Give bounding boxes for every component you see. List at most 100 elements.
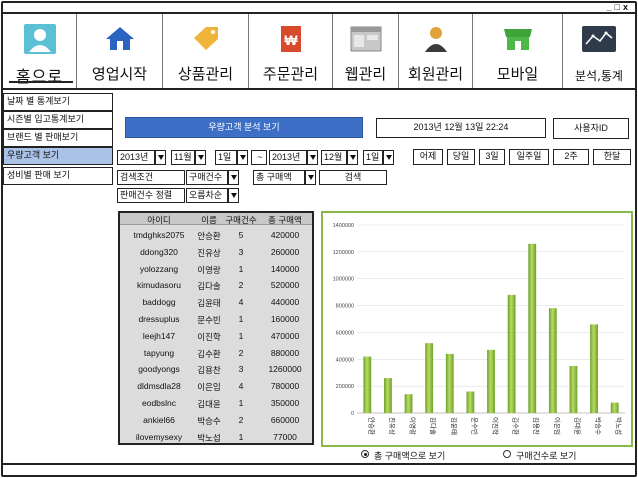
- chart-bar[interactable]: [445, 353, 454, 413]
- sidebar-item-vip-customers[interactable]: 우량고객 보기: [3, 147, 113, 165]
- chart-bar[interactable]: [487, 349, 495, 413]
- nav-sales[interactable]: 영업시작: [77, 14, 163, 88]
- sidebar-item-label: 성비별 판매 보기: [7, 170, 70, 180]
- nav-web[interactable]: 웹관리: [333, 14, 399, 88]
- to-month-select[interactable]: 12월: [321, 150, 347, 165]
- sidebar-item-gender-sales[interactable]: 성비별 판매 보기: [3, 167, 113, 185]
- table-row[interactable]: tapyung 김수환 2 880000: [120, 346, 312, 362]
- vip-analysis-button[interactable]: 우량고객 분석 보기: [125, 117, 363, 138]
- table-cell: leejh147: [142, 330, 176, 341]
- chevron-down-icon[interactable]: [228, 188, 239, 203]
- chevron-down-icon[interactable]: [195, 150, 206, 165]
- sidebar-item-label: 브랜드 별 판매보기: [7, 132, 79, 142]
- range-yesterday-button[interactable]: 어제: [413, 149, 443, 165]
- table-cell: dldmsdla28: [137, 381, 181, 392]
- chart-bar[interactable]: [363, 356, 372, 413]
- table-cell: 김다솔: [197, 281, 221, 292]
- x-tick-label: 김대윤: [573, 417, 581, 435]
- table-row[interactable]: kimudasoru 김다솔 2 520000: [120, 278, 312, 294]
- chevron-down-icon[interactable]: [307, 150, 318, 165]
- range-month-button[interactable]: 한달: [593, 149, 631, 165]
- sidebar-item-date-stats[interactable]: 날짜 별 통계보기: [3, 93, 113, 111]
- x-tick-label: 이진학: [491, 417, 500, 435]
- nav-members[interactable]: 회원관리: [399, 14, 473, 88]
- table-cell: 420000: [270, 230, 300, 240]
- table-cell: 660000: [270, 414, 300, 425]
- top-nav: 홈으로 영업시작 상품관리 ₩ 주문관리 웹관리 회원관리 모바일 분석,통계: [3, 14, 635, 90]
- table-cell: 1260000: [268, 364, 302, 375]
- window-controls[interactable]: _□x: [607, 2, 631, 12]
- from-day-select[interactable]: 1일: [215, 150, 237, 165]
- table-cell: ankiel66: [143, 414, 175, 425]
- house-icon: [105, 27, 134, 50]
- chart-bar[interactable]: [528, 243, 537, 413]
- table-row[interactable]: baddogg 김윤태 4 440000: [120, 295, 312, 311]
- table-cell: 김수환: [197, 348, 221, 359]
- table-row[interactable]: eodbslnc 김대윤 1 350000: [120, 396, 312, 412]
- table-cell: 5: [238, 230, 244, 240]
- x-tick-label: 안승환: [367, 417, 376, 435]
- from-month-select[interactable]: 11월: [171, 150, 195, 165]
- range-week-button[interactable]: 일주일: [509, 149, 549, 165]
- chart-bar[interactable]: [384, 378, 392, 413]
- table-row[interactable]: dldmsdla28 이은임 4 780000: [120, 379, 312, 395]
- table-row[interactable]: ilovemysexy 박노섭 1 77000: [120, 430, 312, 446]
- range-today-button[interactable]: 당일: [447, 149, 475, 165]
- x-tick-label: 김윤태: [450, 417, 458, 435]
- y-tick-label: 1000000: [333, 277, 354, 283]
- nav-label: 영업시작: [91, 65, 148, 83]
- chart-bar[interactable]: [466, 391, 475, 413]
- chevron-down-icon[interactable]: [383, 150, 394, 165]
- sidebar-item-label: 날짜 별 통계보기: [7, 96, 70, 106]
- nav-label: 상품관리: [177, 65, 234, 83]
- table-row[interactable]: ankiel66 박승수 2 660000: [120, 413, 312, 429]
- nav-mobile[interactable]: 모바일: [473, 14, 563, 88]
- chart-bar[interactable]: [548, 308, 557, 413]
- column-header: 이름: [201, 215, 217, 225]
- table-row[interactable]: goodyongs 김용찬 3 1260000: [120, 362, 312, 378]
- chart-bar[interactable]: [590, 324, 598, 413]
- chevron-down-icon[interactable]: [228, 170, 239, 185]
- table-row[interactable]: ddong320 진유상 3 260000: [120, 245, 312, 261]
- chart-bar[interactable]: [507, 294, 516, 413]
- column-header: 아이디: [147, 215, 171, 225]
- chevron-down-icon[interactable]: [155, 150, 166, 165]
- column-header: 구매건수: [225, 215, 257, 225]
- range-3days-button[interactable]: 3일: [479, 149, 505, 165]
- user-id-button[interactable]: 사용자ID: [553, 118, 629, 139]
- chevron-down-icon[interactable]: [305, 170, 316, 185]
- chart-bar[interactable]: [404, 394, 413, 413]
- search-condition-label: 검색조건: [117, 170, 185, 185]
- chart-bar[interactable]: [425, 343, 434, 413]
- search-field2-select[interactable]: 총 구매액: [253, 170, 305, 185]
- sidebar-item-brand-sales[interactable]: 브랜드 별 판매보기: [3, 129, 113, 147]
- chevron-down-icon[interactable]: [347, 150, 358, 165]
- from-year-select[interactable]: 2013년: [117, 150, 155, 165]
- table-cell: 2: [238, 280, 244, 291]
- search-button[interactable]: 검색: [319, 170, 387, 185]
- search-field-select[interactable]: 구매건수: [186, 170, 228, 185]
- nav-products[interactable]: 상품관리: [163, 14, 249, 88]
- table-cell: baddogg: [142, 297, 176, 308]
- nav-label: 홈으로: [15, 67, 64, 86]
- sort-order-select[interactable]: 오름차순: [186, 188, 228, 203]
- radio-purchase-count[interactable]: [503, 450, 511, 458]
- table-cell: 1: [238, 263, 244, 274]
- nav-analytics[interactable]: 분석,통계: [563, 14, 635, 88]
- table-row[interactable]: dressuplus 문수빈 1 160000: [120, 312, 312, 328]
- to-year-select[interactable]: 2013년: [269, 150, 307, 165]
- chevron-down-icon[interactable]: [237, 150, 248, 165]
- radio-total-amount[interactable]: [361, 450, 369, 458]
- table-row[interactable]: yolozzang 이영랑 1 140000: [120, 262, 312, 278]
- nav-orders[interactable]: ₩ 주문관리: [249, 14, 333, 88]
- table-cell: 77000: [273, 431, 297, 442]
- chart-bar[interactable]: [610, 402, 619, 413]
- table-row[interactable]: tmdghks2075 안승환 5 420000: [120, 228, 312, 244]
- nav-home[interactable]: 홈으로: [3, 14, 77, 88]
- range-2weeks-button[interactable]: 2주: [553, 149, 589, 165]
- table-row[interactable]: leejh147 이진학 1 470000: [120, 329, 312, 345]
- x-tick-label: 진유상: [388, 417, 397, 435]
- chart-bar[interactable]: [569, 366, 578, 413]
- sidebar-item-season-stats[interactable]: 시즌별 입고통계보기: [3, 111, 113, 129]
- to-day-select[interactable]: 1일: [363, 150, 383, 165]
